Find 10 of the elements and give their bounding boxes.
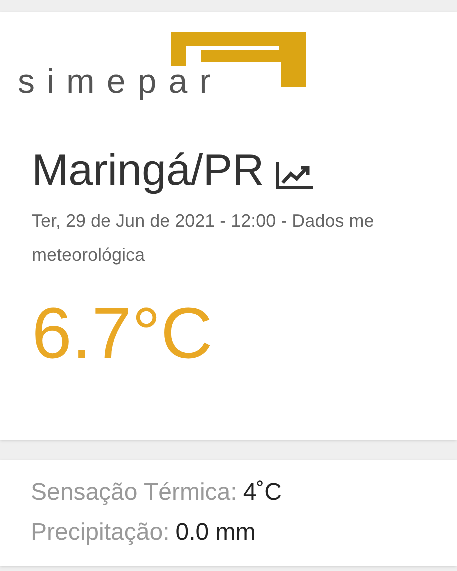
logo-text: simepar [18,62,223,102]
detail-value: 0.0 mm [176,518,256,548]
date-subtitle: meteorológica [32,244,146,267]
city-title: Maringá/PR [32,145,264,197]
detail-label: Sensação Térmica: [31,478,238,508]
date-subtitle: Ter, 29 de Jun de 2021 - 12:00 - Dados me [32,210,376,233]
detail-label: Precipitação: [31,518,170,548]
detail-value: 4˚C [243,478,282,508]
temperature-value: 6.7°C [32,294,213,374]
trend-chart-icon[interactable] [276,160,314,190]
